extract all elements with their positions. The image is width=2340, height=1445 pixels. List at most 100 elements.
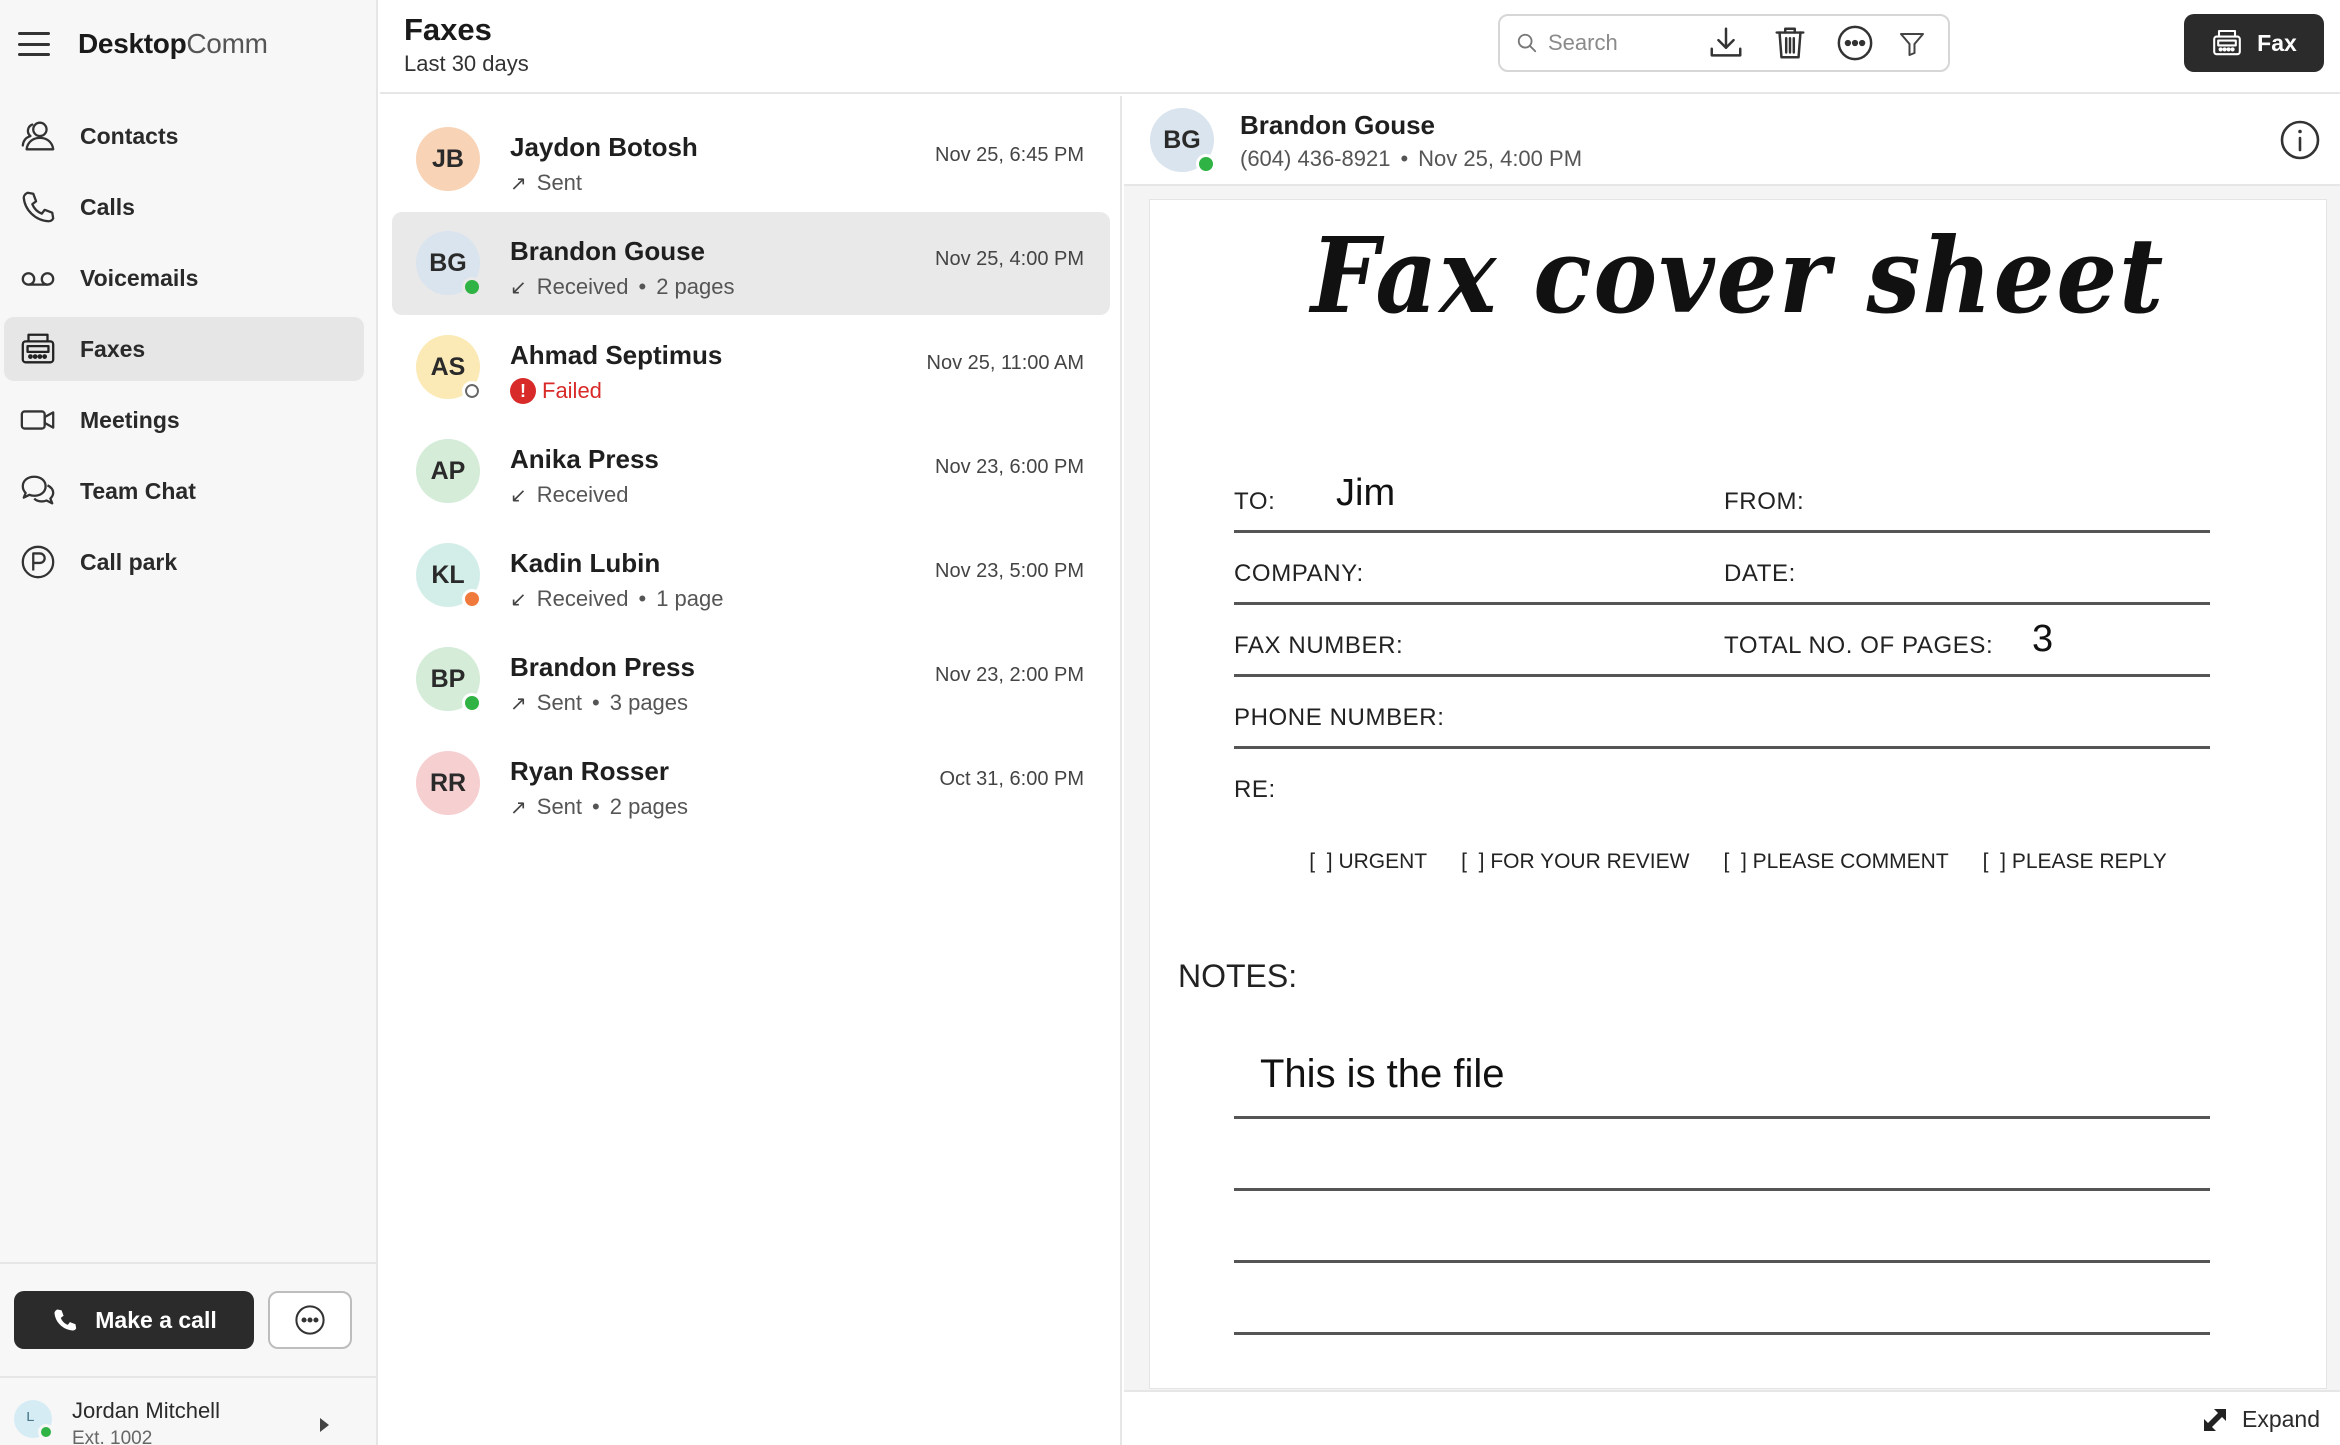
sidebar-item-label: Voicemails [80,264,199,291]
fax-timestamp: Nov 23, 6:00 PM [935,456,1084,478]
user-name: Jordan Mitchell [72,1398,220,1423]
notes-line [1234,1332,2210,1335]
notes-label: NOTES: [1178,958,1298,994]
fax-list-item[interactable]: AP Anika Press ↙ Received Nov 23, 6:00 PM [392,420,1110,523]
priority-checkboxes: [ ] URGENT [ ] FOR YOUR REVIEW [ ] PLEAS… [1150,850,2326,874]
notes-line [1234,1188,2210,1191]
avatar: KL [416,543,482,609]
fax-list-item[interactable]: KL Kadin Lubin ↙ Received • 1 page Nov 23, … [392,524,1110,627]
voicemail-icon [16,256,60,300]
presence-online-indicator [462,693,482,713]
error-icon: ! [510,378,536,404]
arrow-down-left-icon: ↙ [510,587,527,611]
expand-icon [2203,1408,2226,1431]
fax-number-label: FAX NUMBER: [1234,632,1404,659]
fax-status: ↙ Received • 1 page [510,586,724,611]
make-a-call-button[interactable]: Make a call [14,1291,254,1349]
fax-timestamp: Nov 25, 11:00 AM [926,352,1085,374]
fax-status: ! Failed [510,378,602,404]
fax-status: ↗ Sent [510,170,583,195]
arrow-up-right-icon: ↗ [510,691,527,715]
preview-footer: Expand [1124,1390,2340,1445]
date-label: DATE: [1724,560,1796,587]
fax-list-item-selected[interactable]: BG Brandon Gouse ↙ Received • 2 pages Nov 2… [392,212,1110,315]
fax-preview-pane: BG Brandon Gouse (604) 436-8921 • Nov 25, … [1124,96,2340,1445]
divider [1234,674,2210,677]
sidebar-item-label: Team Chat [80,477,196,504]
company-label: COMPANY: [1234,560,1364,587]
fax-list-item[interactable]: RR Ryan Rosser ↗ Sent • 2 pages Oct 31, 6:0… [392,732,1110,835]
more-options-button[interactable] [268,1291,352,1349]
sidebar-item-meetings[interactable]: Meetings [4,388,364,452]
fax-button-label: Fax [2257,29,2297,56]
sidebar-item-call-park[interactable]: Call park [4,530,364,594]
make-a-call-label: Make a call [95,1306,217,1333]
sidebar-item-voicemails[interactable]: Voicemails [4,246,364,310]
user-extension: Ext. 1002 [72,1428,153,1445]
fax-timestamp: Nov 23, 5:00 PM [935,560,1084,582]
preview-contact-name: Brandon Gouse [1240,110,1436,140]
divider [1234,602,2210,605]
contact-name: Anika Press [510,444,659,474]
expand-button[interactable]: Expand [2202,1406,2320,1433]
sidebar-item-contacts[interactable]: Contacts [4,104,364,168]
sidebar-nav: Contacts Calls Voicemails Faxes Meetings [0,104,378,601]
re-label: RE: [1234,776,1276,803]
contact-name: Brandon Gouse [510,236,706,266]
new-fax-button[interactable]: Fax [2184,14,2324,72]
fax-list: JB Jaydon Botosh ↗ Sent Nov 25, 6:45 PM B… [380,96,1122,1445]
for-your-review-checkbox: [ ] FOR YOUR REVIEW [1461,850,1690,873]
notes-value: This is the file [1260,1052,1505,1096]
contact-name: Jaydon Botosh [510,132,698,162]
fax-list-item[interactable]: JB Jaydon Botosh ↗ Sent Nov 25, 6:45 PM [392,108,1110,211]
sidebar-item-calls[interactable]: Calls [4,175,364,239]
filter-icon[interactable] [1898,30,1926,58]
chevron-right-icon[interactable] [320,1418,329,1432]
presence-online-indicator [38,1424,54,1440]
divider [1234,746,2210,749]
brand-row: DesktopComm [18,22,268,66]
sidebar: DesktopComm Contacts Calls Voicemails Fa… [0,0,378,1445]
sidebar-item-label: Faxes [80,335,146,362]
more-horizontal-icon [295,1305,325,1335]
urgent-checkbox: [ ] URGENT [1309,850,1428,873]
user-glyph-icon: ʟ [26,1406,35,1425]
more-actions-button[interactable] [1835,22,1875,64]
download-button[interactable] [1706,22,1746,64]
sidebar-item-label: Contacts [80,122,179,149]
avatar: BP [416,647,482,713]
fax-icon [2213,29,2242,56]
page-title: Faxes [404,12,492,47]
presence-offline-indicator [462,381,482,401]
fax-list-item[interactable]: BP Brandon Press ↗ Sent • 3 pages Nov 23, 2… [392,628,1110,731]
fax-document: Fax cover sheet TO: Jim FROM: COMPANY: D… [1150,200,2326,1388]
sidebar-item-faxes[interactable]: Faxes [4,317,364,381]
arrow-down-left-icon: ↙ [510,483,527,507]
arrow-down-left-icon: ↙ [510,275,527,299]
sidebar-item-team-chat[interactable]: Team Chat [4,459,364,523]
chat-icon [16,469,60,513]
presence-online-indicator [1196,154,1216,174]
expand-label: Expand [2241,1406,2320,1432]
avatar: AS [416,335,482,401]
avatar: JB [416,127,480,191]
fax-status: ↗ Sent • 3 pages [510,690,689,715]
to-label: TO: [1234,488,1276,515]
current-user[interactable]: ʟ Jordan Mitchell Ext. 1002 [0,1376,378,1445]
info-icon[interactable] [2278,118,2322,162]
more-horizontal-icon [1837,25,1873,61]
avatar: ʟ [14,1400,54,1440]
fax-list-item[interactable]: AS Ahmad Septimus ! Failed Nov 25, 11:00 … [392,316,1110,419]
delete-button[interactable] [1770,22,1810,64]
contact-name: Ahmad Septimus [510,340,723,370]
sidebar-footer: Make a call ʟ Jordan Mitchell Ext. 1002 [0,1262,378,1445]
presence-away-indicator [462,589,482,609]
fax-timestamp: Oct 31, 6:00 PM [939,768,1084,790]
to-value: Jim [1336,472,1396,514]
search-icon [1517,33,1537,53]
divider [1234,530,2210,533]
notes-line [1234,1116,2210,1119]
contact-name: Brandon Press [510,652,695,682]
hamburger-menu-icon[interactable] [18,32,50,56]
avatar: BG [416,231,482,297]
